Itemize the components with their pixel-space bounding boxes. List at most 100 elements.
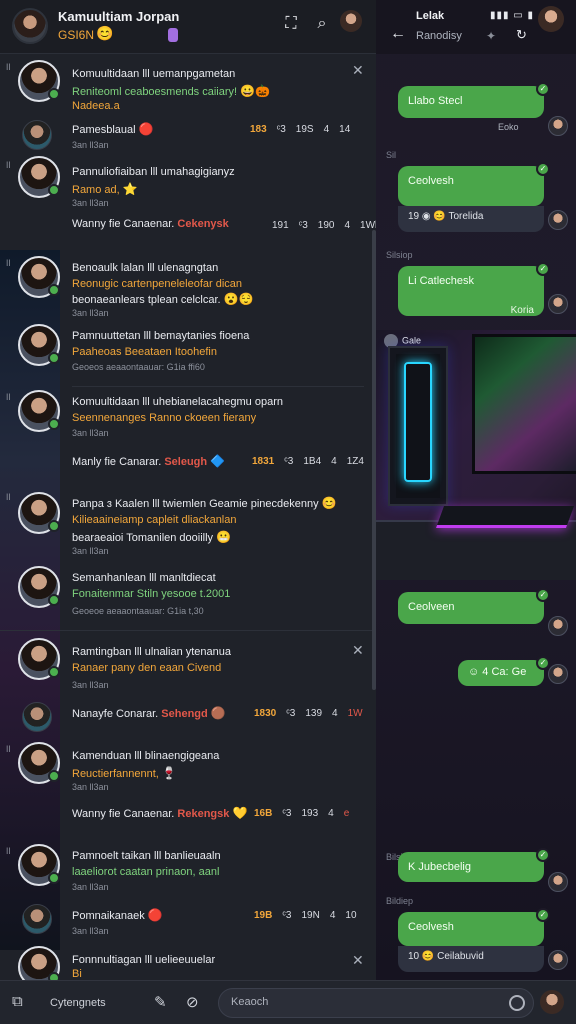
author-name: Kamenduan	[72, 750, 135, 762]
online-badge	[48, 184, 60, 196]
avatar[interactable]	[22, 904, 52, 934]
stat-value: 1Wl	[360, 220, 376, 231]
post-text: laaeliorot caatan prinaon, aanl	[72, 866, 220, 878]
message-meta: Koria	[510, 305, 534, 316]
message-reactions[interactable]: 10 😊 Ceilabuvid	[398, 946, 544, 972]
feed-item[interactable]: ǀǀ Komuultidaan lll uemanpgametan Renite…	[0, 58, 370, 118]
close-icon[interactable]: ✕	[352, 642, 364, 659]
emoji: 💛	[232, 806, 248, 820]
online-badge	[48, 352, 60, 364]
mic-icon[interactable]	[509, 995, 525, 1011]
thread-marker: ǀǀ	[6, 744, 11, 754]
emoji: 😬	[216, 530, 232, 544]
feed-item[interactable]: Pamnuuttetan lll bemaytanies fioena Paah…	[0, 322, 370, 382]
search-input[interactable]	[231, 996, 491, 1008]
online-badge	[48, 594, 60, 606]
check-icon: ✓	[536, 848, 550, 862]
post-line: Nadeea.a	[72, 100, 120, 112]
post-headline: Ramtingban lll ulnalian ytenanua	[72, 646, 231, 658]
feed-item[interactable]: Nanayfe Conarar. Sehengd 🟤 1830 ᶜ3 139 4 1W	[0, 700, 370, 736]
author-name: Panpa ɜ Kaalen	[72, 498, 153, 510]
post-line: Ramo ad, ⭐	[72, 182, 138, 196]
feed-item[interactable]: ǀǀ Panpa ɜ Kaalen lll twiemlen Geamie pi…	[0, 488, 370, 560]
gaming-setup-image[interactable]: Gale	[376, 330, 576, 580]
stat-value: ᶜ3	[284, 456, 294, 467]
chat-message[interactable]: Ceolveen ✓	[398, 588, 550, 624]
account-avatar[interactable]	[340, 10, 362, 32]
feed-item[interactable]: Wanny fie Canaenar. Rekengsk 💛 16B ᶜ3 193 4…	[0, 804, 370, 828]
chat-message[interactable]: ☺ 4 Ca: Ge ✓	[458, 656, 550, 686]
chat-message[interactable]: Ceolvesh ✓	[398, 162, 550, 206]
chat-message[interactable]: Li Catlechesk Koria ✓	[398, 262, 550, 316]
feed-item[interactable]: ǀǀ Pannuliofiaiban lll umahagigianyz Ram…	[0, 156, 370, 212]
sender-avatar[interactable]	[548, 116, 568, 136]
sender-avatar[interactable]	[548, 210, 568, 230]
thread-marker: ǀǀ	[6, 846, 11, 856]
emoji: 🟤	[210, 706, 226, 720]
stat-value: 1Z4	[346, 456, 364, 467]
feed-item[interactable]: Fonnnultiagan lll uelieeuuelar Bi ✕	[0, 944, 370, 980]
author-name: Pamnoelt taikan	[72, 850, 154, 862]
stat-value: 139	[305, 708, 323, 719]
sender-avatar[interactable]	[548, 664, 568, 684]
stat-value: ᶜ3	[276, 124, 286, 135]
sticker-icon[interactable]: ✎	[154, 993, 167, 1011]
pin-icon[interactable]: ✦	[486, 29, 496, 43]
user-avatar[interactable]	[540, 990, 564, 1014]
feed-item[interactable]: ǀǀ Komuultidaan lll uhebianelacahegmu op…	[0, 388, 370, 440]
avatar[interactable]	[22, 120, 52, 150]
feed-item[interactable]: Wanny fie Canaenar. Cekenysk 191 ᶜ3 190 4 1W…	[0, 216, 376, 240]
date-separator: Silsiop	[386, 250, 413, 260]
check-icon: ✓	[536, 908, 550, 922]
timestamp: 3an ll3an	[72, 428, 109, 438]
expand-icon[interactable]: ⛶	[280, 13, 302, 35]
timestamp: Geoeoe aeaaontaauar: G1ia t,30	[72, 606, 204, 616]
chat-message[interactable]: Ceolvesh ✓	[398, 908, 550, 946]
close-icon[interactable]: ✕	[352, 952, 364, 969]
thread-marker: ǀǀ	[6, 160, 11, 170]
message-reactions[interactable]: 19 ◉ 😊 Torelida	[398, 206, 544, 232]
chat-message[interactable]: Llabo Stecl ✓	[398, 82, 550, 118]
sender-avatar[interactable]	[548, 294, 568, 314]
feed-item[interactable]: ǀǀ Kamenduan lll blinaengigeana Reuctier…	[0, 740, 370, 792]
feed-item[interactable]: Pomnaikanaek 🔴 3an ll3an 19B ᶜ3 19N 4 10	[0, 902, 370, 942]
post-headline: Komuultidaan lll uhebianelacahegmu oparn	[72, 396, 283, 408]
headline-text: lll twiemlen Geamie pinecdekenny	[152, 498, 319, 510]
chat-subtitle: Ranodisy	[416, 30, 462, 42]
sender-avatar[interactable]	[548, 616, 568, 636]
online-badge	[48, 666, 60, 678]
feed-item[interactable]: Semanhanlean lll manltdiecat Fonaitenmar…	[0, 564, 370, 626]
chat-message[interactable]: K Jubecbelig ✓	[398, 848, 550, 882]
emoji: 🔴	[138, 122, 154, 136]
search-icon[interactable]: ⌕	[311, 13, 333, 35]
gallery-icon[interactable]: ⧉	[12, 993, 23, 1010]
headline-text: lll manltdiecat	[149, 572, 216, 584]
post-headline: Pannuliofiaiban lll umahagigianyz	[72, 166, 235, 178]
feed-item[interactable]: Pamesblaual 🔴 3an ll3an 183 ᶜ3 19S 4 14	[0, 118, 370, 158]
feed-item[interactable]: ǀǀ Benoaulk lalan lll ulenagngtan Reonug…	[0, 254, 370, 318]
headline-text: lll ulnalian ytenanua	[134, 646, 232, 658]
back-arrow-icon[interactable]: ←	[390, 25, 406, 43]
feed-item[interactable]: Manly fie Canarar. Seleugh 🔷 1831 ᶜ3 1B4 4 1…	[0, 450, 370, 480]
close-icon[interactable]: ✕	[352, 62, 364, 79]
feed-item[interactable]: ǀǀ Pamnoelt taikan lll banlieuaaln laael…	[0, 842, 370, 892]
online-badge	[48, 418, 60, 430]
headline-text: lll uemanpgametan	[142, 68, 236, 80]
profile-name: Kamuultiam Jorpan	[58, 9, 180, 24]
stat-value: 1W	[347, 708, 363, 719]
author-name: Wanny fie Canaenar.	[72, 218, 178, 230]
feed-item[interactable]: Ramtingban lll ulnalian ytenanua Ranaer …	[0, 636, 370, 696]
profile-avatar[interactable]	[12, 8, 48, 44]
search-bar[interactable]	[218, 988, 534, 1018]
sender-avatar[interactable]	[548, 872, 568, 892]
post-headline: Nanayfe Conarar. Sehengd 🟤	[72, 706, 226, 720]
sender-avatar[interactable]	[548, 950, 568, 970]
bottom-label[interactable]: Cytengnets	[50, 997, 106, 1009]
bookmark-icon[interactable]	[168, 28, 178, 42]
contact-avatar[interactable]	[538, 6, 564, 32]
refresh-icon[interactable]: ↻	[516, 27, 527, 43]
stat-value: ᶜ3	[286, 708, 296, 719]
attach-icon[interactable]: ⊘	[186, 993, 199, 1011]
highlight: Sehengd	[161, 708, 208, 720]
avatar[interactable]	[22, 702, 52, 732]
